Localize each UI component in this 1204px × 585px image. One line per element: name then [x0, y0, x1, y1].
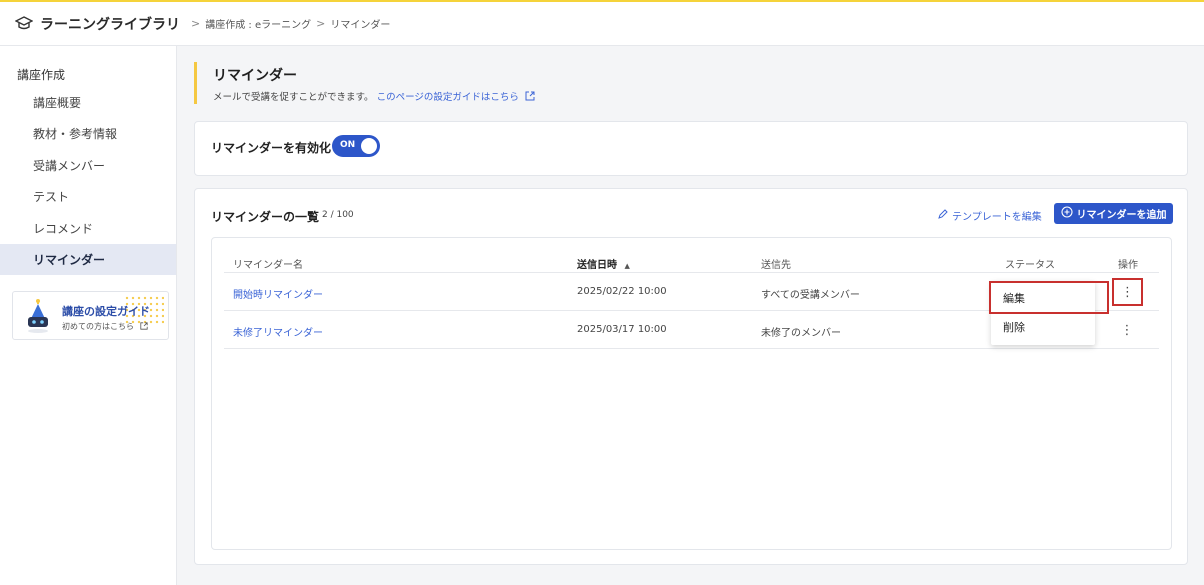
- row-actions-menu-button[interactable]: ⋮: [1112, 278, 1143, 306]
- reminder-datetime: 2025/03/17 10:00: [577, 324, 667, 335]
- guide-title: 講座の設定ガイド: [62, 305, 150, 318]
- sidebar-item-recommend[interactable]: レコメンド: [0, 213, 176, 244]
- breadcrumb-separator: >: [316, 17, 326, 30]
- column-header-actions: 操作: [1118, 260, 1138, 271]
- reminder-count: 2 / 100: [322, 210, 354, 220]
- add-reminder-button[interactable]: リマインダーを追加: [1054, 203, 1173, 224]
- menu-item-delete-label: 削除: [1003, 321, 1025, 334]
- sidebar-item-members[interactable]: 受講メンバー: [0, 150, 176, 181]
- sidebar-item-reminder[interactable]: リマインダー: [0, 244, 176, 275]
- menu-item-edit-label: 編集: [1003, 291, 1025, 305]
- reminder-recipients: すべての受講メンバー: [761, 290, 860, 301]
- menu-item-edit[interactable]: 編集: [989, 281, 1109, 314]
- sidebar-item-label: 受講メンバー: [33, 159, 106, 173]
- sidebar-item-label: リマインダー: [33, 253, 106, 267]
- row-divider: [224, 348, 1159, 349]
- sidebar-item-overview[interactable]: 講座概要: [0, 87, 176, 118]
- edit-template-label: テンプレートを編集: [952, 212, 1042, 223]
- sidebar-item-label: テスト: [33, 190, 70, 204]
- breadcrumb-current: リマインダー: [330, 20, 391, 31]
- reminder-name-link[interactable]: 開始時リマインダー: [233, 286, 323, 301]
- external-link-icon: [139, 322, 148, 332]
- sidebar-item-label: レコメンド: [33, 222, 94, 236]
- breadcrumb-separator: >: [191, 17, 201, 30]
- menu-item-delete[interactable]: 削除: [991, 312, 1095, 342]
- kebab-icon: ⋮: [1121, 284, 1134, 300]
- sidebar: 講座作成 講座概要 教材・参考情報 受講メンバー テスト レコメンド リマインダ…: [0, 46, 177, 585]
- plus-circle-icon: [1060, 206, 1073, 221]
- row-actions-dropdown: 編集 削除: [989, 281, 1109, 345]
- page-description: メールで受講を促すことができます。 このページの設定ガイドはこちら: [213, 89, 535, 104]
- kebab-icon: ⋮: [1120, 322, 1134, 338]
- edit-template-link[interactable]: テンプレートを編集: [938, 208, 1042, 223]
- graduation-cap-icon: [14, 14, 34, 34]
- guide-subtitle-text: 初めての方はこちら: [62, 322, 134, 331]
- sidebar-item-label: 講座概要: [33, 96, 82, 110]
- guide-subtitle: 初めての方はこちら: [62, 321, 148, 332]
- column-header-recipients: 送信先: [761, 260, 791, 271]
- sort-ascending-icon: ▲: [624, 262, 630, 270]
- settings-guide-link[interactable]: このページの設定ガイドはこちら: [377, 92, 519, 103]
- column-header-status: ステータス: [1005, 260, 1055, 271]
- external-link-icon[interactable]: [525, 91, 535, 104]
- app-logo-text[interactable]: ラーニングライブラリ: [40, 14, 180, 34]
- page-title: リマインダー: [213, 68, 297, 84]
- robot-mascot-icon: [24, 299, 52, 333]
- page-description-text: メールで受講を促すことができます。: [213, 92, 374, 103]
- enable-reminder-card: リマインダーを有効化 ON: [194, 121, 1188, 176]
- enable-reminder-toggle[interactable]: ON: [332, 135, 380, 157]
- sidebar-item-test[interactable]: テスト: [0, 181, 176, 212]
- toggle-knob: [361, 138, 377, 154]
- column-header-datetime[interactable]: 送信日時 ▲: [577, 256, 630, 271]
- sidebar-item-label: 教材・参考情報: [33, 127, 118, 141]
- setup-guide-card[interactable]: 講座の設定ガイド 初めての方はこちら: [12, 291, 169, 340]
- column-header-name: リマインダー名: [233, 260, 303, 271]
- toggle-state-text: ON: [340, 140, 356, 150]
- page-header: リマインダー メールで受講を促すことができます。 このページの設定ガイドはこちら: [194, 62, 535, 104]
- enable-reminder-label: リマインダーを有効化: [211, 141, 332, 155]
- add-reminder-label: リマインダーを追加: [1076, 210, 1167, 221]
- sidebar-item-materials[interactable]: 教材・参考情報: [0, 118, 176, 149]
- row-actions-menu-button[interactable]: ⋮: [1115, 317, 1139, 343]
- reminder-datetime: 2025/02/22 10:00: [577, 286, 667, 297]
- top-bar: ラーニングライブラリ > 講座作成 : eラーニング > リマインダー: [0, 0, 1204, 46]
- breadcrumb-course[interactable]: 講座作成 : eラーニング: [205, 16, 311, 31]
- reminder-name-link[interactable]: 未修了リマインダー: [233, 324, 323, 339]
- reminder-recipients: 未修了のメンバー: [761, 328, 841, 339]
- sidebar-section-title: 講座作成: [17, 68, 66, 82]
- reminder-list-card: リマインダーの一覧 2 / 100 テンプレートを編集 リマインダーを追加 リマ…: [194, 188, 1188, 565]
- column-header-datetime-label: 送信日時: [577, 260, 617, 271]
- reminder-list-title: リマインダーの一覧: [211, 210, 320, 224]
- pencil-icon: [938, 209, 948, 222]
